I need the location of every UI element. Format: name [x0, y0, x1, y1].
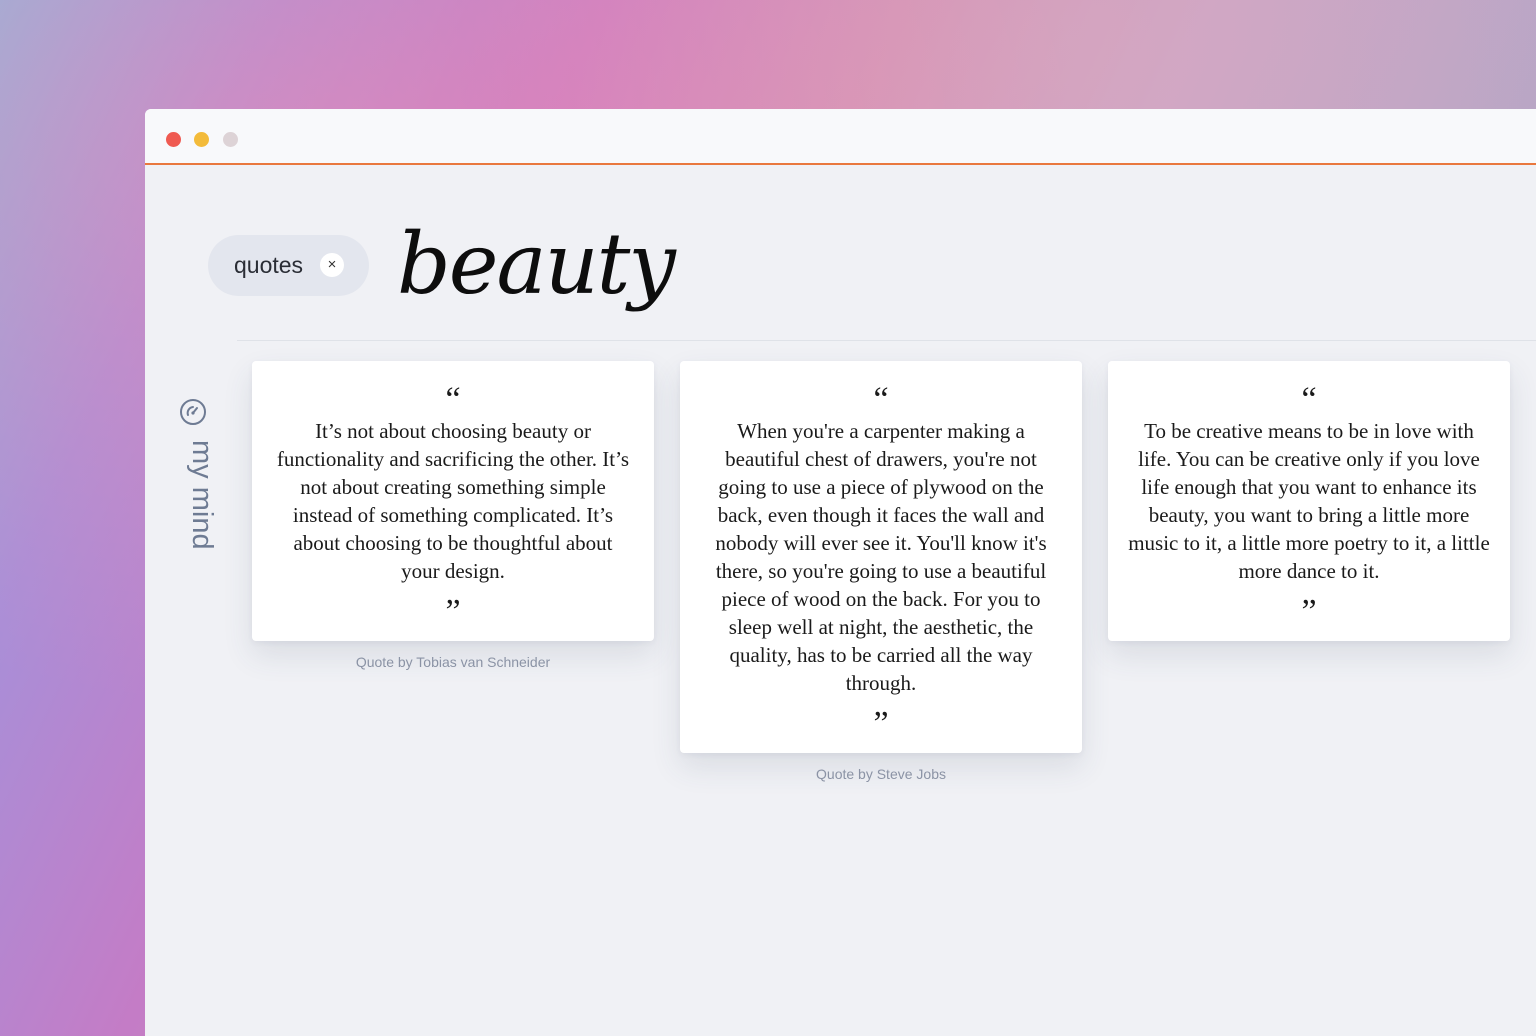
close-quote-mark: ”: [1301, 593, 1317, 630]
close-quote-mark: ”: [873, 705, 889, 742]
quote-text: To be creative means to be in love with …: [1128, 419, 1490, 583]
quote-attribution: Quote by Steve Jobs: [816, 766, 946, 782]
minimize-window-button[interactable]: [194, 132, 209, 147]
page-title: beauty: [397, 215, 676, 313]
quote-card[interactable]: “ When you're a carpenter making a beaut…: [680, 361, 1082, 753]
quote-text: When you're a carpenter making a beautif…: [715, 419, 1047, 695]
close-quote-mark: ”: [445, 593, 461, 630]
quote-card[interactable]: “ It’s not about choosing beauty or func…: [252, 361, 654, 641]
open-quote-mark: “: [1301, 381, 1317, 418]
title-bar: [145, 109, 1536, 165]
sidebar-label: my mind: [186, 440, 218, 550]
gauge-icon: [180, 399, 206, 425]
open-quote-mark: “: [445, 381, 461, 418]
quote-attribution: Quote by Tobias van Schneider: [355, 654, 551, 670]
close-window-button[interactable]: [166, 132, 181, 147]
app-window: quotes × beauty my mind “ It’s not about…: [145, 109, 1536, 1036]
close-icon[interactable]: ×: [320, 253, 344, 277]
filter-chip-label: quotes: [234, 252, 304, 278]
filter-chip-quotes[interactable]: quotes ×: [208, 235, 369, 296]
open-quote-mark: “: [873, 381, 889, 418]
quote-card[interactable]: “ To be creative means to be in love wit…: [1108, 361, 1510, 641]
sidebar-nav-my-mind[interactable]: my mind: [175, 394, 218, 574]
zoom-window-button[interactable]: [223, 132, 238, 147]
header-divider: [237, 340, 1536, 341]
quote-text: It’s not about choosing beauty or functi…: [276, 419, 630, 583]
